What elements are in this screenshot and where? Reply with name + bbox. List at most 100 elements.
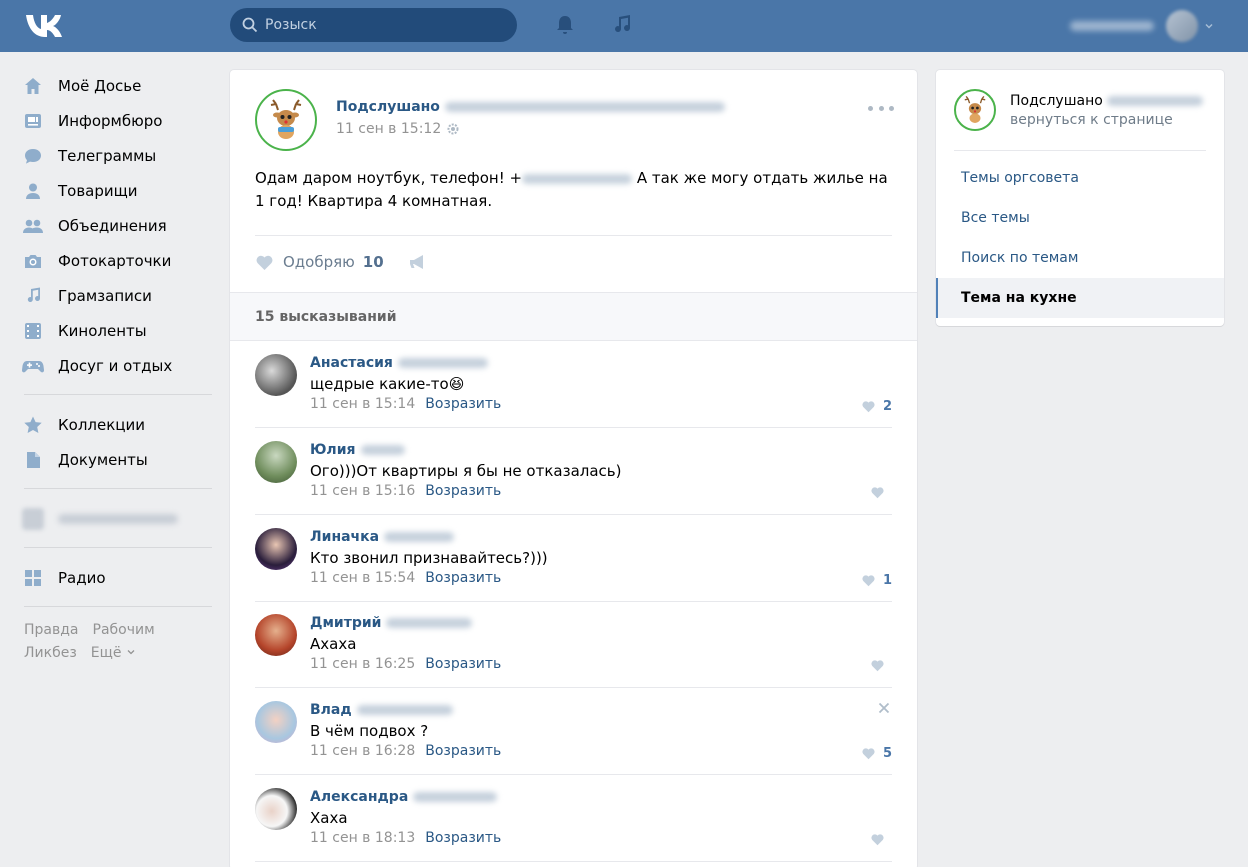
comment-date[interactable]: 11 сен в 15:16 bbox=[310, 483, 415, 499]
avatar[interactable] bbox=[255, 614, 297, 656]
comments-count: 15 высказываний bbox=[255, 308, 397, 325]
sidebar-item-games[interactable]: Досуг и отдых bbox=[18, 348, 212, 383]
avatar[interactable] bbox=[255, 441, 297, 483]
divider bbox=[255, 235, 892, 236]
group-avatar bbox=[954, 89, 996, 131]
search-input[interactable]: Розыск bbox=[230, 8, 517, 42]
heart-icon bbox=[862, 401, 875, 413]
footer-link-more[interactable]: Ещё bbox=[91, 642, 136, 665]
sidebar-item-bookmarks[interactable]: Коллекции bbox=[18, 407, 212, 442]
comment-author-name: Влад bbox=[310, 702, 352, 718]
sidebar-item-documents[interactable]: Документы bbox=[18, 442, 212, 477]
sidebar-item-label: Информбюро bbox=[58, 111, 163, 130]
search-placeholder: Розыск bbox=[265, 17, 317, 33]
group-avatar[interactable] bbox=[255, 89, 317, 151]
list-item: Юлия Ого)))От квартиры я бы не отказалас… bbox=[255, 428, 892, 515]
sidebar-item-radio[interactable]: Радио bbox=[18, 560, 212, 595]
megaphone-icon[interactable] bbox=[408, 253, 428, 271]
sidebar-item-groups[interactable]: Объединения bbox=[18, 208, 212, 243]
back-to-group-link[interactable]: Подслушано вернуться к странице bbox=[954, 89, 1203, 131]
blurred-surname bbox=[397, 358, 488, 368]
sidebar-item-news[interactable]: Информбюро bbox=[18, 103, 212, 138]
post-text: Одам даром ноутбук, телефон! + А так же … bbox=[255, 167, 895, 213]
post-author[interactable]: Подслушано bbox=[336, 99, 725, 115]
comment-like-button[interactable] bbox=[870, 659, 892, 672]
news-icon bbox=[25, 113, 41, 128]
comment-text: В чём подвох ? bbox=[310, 722, 429, 740]
sidebar-item-label: Объединения bbox=[58, 216, 167, 235]
like-button[interactable]: Одобряю 10 bbox=[255, 253, 384, 271]
sidebar-item-videos[interactable]: Киноленты bbox=[18, 313, 212, 348]
deer-logo-icon bbox=[964, 95, 986, 123]
user-name-blurred bbox=[1070, 21, 1154, 31]
blurred-icon bbox=[22, 507, 44, 530]
sidebar-item-photos[interactable]: Фотокарточки bbox=[18, 243, 212, 278]
post-date-row: 11 сен в 15:12 bbox=[336, 121, 725, 137]
sidebar-item-messages[interactable]: Телеграммы bbox=[18, 138, 212, 173]
footer-link-blog[interactable]: Правда bbox=[24, 619, 79, 642]
film-icon bbox=[25, 322, 41, 339]
heart-icon bbox=[871, 487, 884, 499]
back-link-text: вернуться к странице bbox=[1010, 111, 1173, 128]
comment-date[interactable]: 11 сен в 18:13 bbox=[310, 830, 415, 846]
comment-date[interactable]: 11 сен в 15:54 bbox=[310, 570, 415, 586]
apps-grid-icon bbox=[25, 569, 41, 586]
reply-button[interactable]: Возразить bbox=[425, 743, 501, 759]
comment-like-button[interactable] bbox=[870, 833, 892, 846]
post-card: Подслушано 11 сен в 15:12 Одам даром ноу… bbox=[230, 70, 917, 867]
reply-button[interactable]: Возразить bbox=[425, 830, 501, 846]
comment-like-button[interactable] bbox=[870, 486, 892, 499]
menu-item-search-topics[interactable]: Поиск по темам bbox=[936, 238, 1224, 278]
comment-like-button[interactable]: 1 bbox=[861, 573, 892, 588]
reply-button[interactable]: Возразить bbox=[425, 656, 501, 672]
comment-like-button[interactable]: 5 bbox=[861, 746, 892, 761]
footer-link-ads[interactable]: Ликбез bbox=[24, 642, 77, 665]
comment-date[interactable]: 11 сен в 16:28 bbox=[310, 743, 415, 759]
divider bbox=[954, 150, 1206, 151]
like-count: 10 bbox=[362, 253, 384, 271]
comment-author[interactable]: Линачка bbox=[310, 527, 548, 547]
post-author-name: Подслушано bbox=[336, 99, 440, 115]
divider bbox=[24, 547, 212, 548]
footer-more-label: Ещё bbox=[90, 645, 122, 661]
user-menu[interactable] bbox=[1070, 10, 1214, 42]
avatar[interactable] bbox=[255, 354, 297, 396]
post-header: Подслушано 11 сен в 15:12 bbox=[255, 89, 725, 151]
menu-item-board-topics[interactable]: Темы оргсовета bbox=[936, 158, 1224, 198]
reply-button[interactable]: Возразить bbox=[425, 570, 501, 586]
avatar[interactable] bbox=[255, 701, 297, 743]
sidebar-item-blurred[interactable] bbox=[18, 501, 212, 536]
menu-item-all-topics[interactable]: Все темы bbox=[936, 198, 1224, 238]
reply-button[interactable]: Возразить bbox=[425, 483, 501, 499]
sidebar-item-music[interactable]: Грамзаписи bbox=[18, 278, 212, 313]
comment-author[interactable]: Александра bbox=[310, 787, 501, 807]
vk-logo-icon[interactable] bbox=[24, 12, 66, 38]
comment-author[interactable]: Анастасия bbox=[310, 353, 501, 373]
comment-like-button[interactable]: 2 bbox=[861, 399, 892, 414]
divider bbox=[24, 394, 212, 395]
comment-date[interactable]: 11 сен в 16:25 bbox=[310, 656, 415, 672]
menu-item-current-topic[interactable]: Тема на кухне bbox=[936, 278, 1224, 318]
reply-button[interactable]: Возразить bbox=[425, 396, 501, 412]
gear-icon[interactable] bbox=[446, 122, 460, 136]
blurred-surname bbox=[386, 618, 473, 628]
comment-author[interactable]: Дмитрий bbox=[310, 613, 501, 633]
star-icon bbox=[24, 416, 42, 433]
comment-date[interactable]: 11 сен в 15:14 bbox=[310, 396, 415, 412]
comment-author[interactable]: Влад bbox=[310, 700, 501, 720]
avatar[interactable] bbox=[255, 788, 297, 830]
sidebar-item-friends[interactable]: Товарищи bbox=[18, 173, 212, 208]
post-date[interactable]: 11 сен в 15:12 bbox=[336, 121, 441, 137]
camera-icon bbox=[25, 254, 41, 268]
sidebar-item-my-profile[interactable]: Моё Досье bbox=[18, 68, 212, 103]
more-options-icon[interactable] bbox=[868, 106, 894, 114]
music-note-icon[interactable] bbox=[610, 13, 634, 37]
topics-sidebar: Подслушано вернуться к странице Темы орг… bbox=[936, 70, 1224, 326]
bell-icon[interactable] bbox=[553, 13, 577, 37]
document-icon bbox=[27, 451, 40, 468]
avatar[interactable] bbox=[255, 528, 297, 570]
list-item: Александра Хаха 11 сен в 18:13 Возразить bbox=[255, 775, 892, 862]
close-icon[interactable] bbox=[878, 702, 890, 714]
comment-author[interactable]: Юлия bbox=[310, 440, 621, 460]
footer-link-developers[interactable]: Рабочим bbox=[93, 619, 155, 642]
